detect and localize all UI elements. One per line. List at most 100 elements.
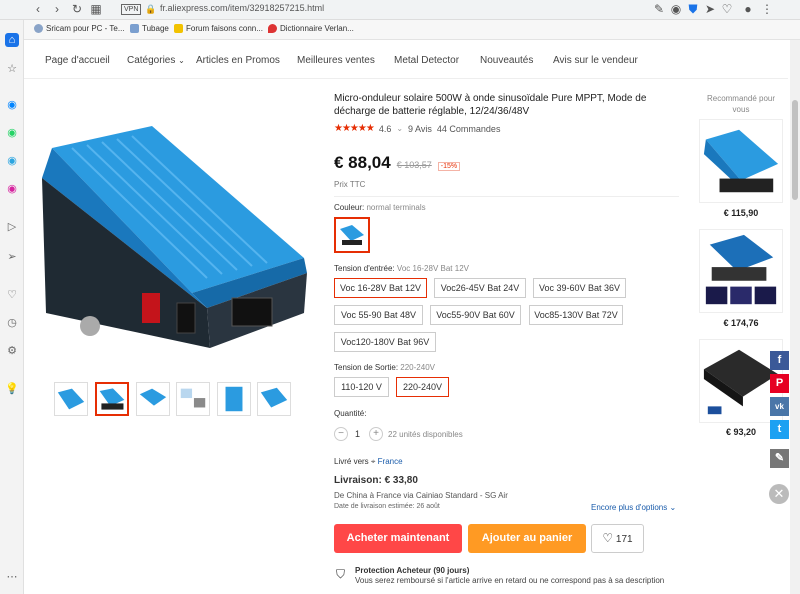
bookmark-item[interactable]: Tubage bbox=[130, 24, 169, 33]
recommended-item-image[interactable] bbox=[699, 229, 783, 313]
more-shipping-options-link[interactable]: Encore plus d'options ⌄ bbox=[591, 503, 676, 512]
vpn-badge[interactable]: VPN bbox=[121, 4, 142, 15]
shipping-route: De China à France via Cainiao Standard -… bbox=[334, 491, 508, 500]
price-row: € 88,04 € 103,57 -15% bbox=[334, 153, 461, 173]
reviews-link[interactable]: 9 Avis bbox=[408, 124, 432, 134]
facebook-share-icon[interactable]: f bbox=[770, 351, 789, 370]
quantity-value[interactable]: 1 bbox=[355, 429, 360, 439]
globe-icon bbox=[34, 24, 43, 33]
camera-icon[interactable]: ◉ bbox=[669, 2, 683, 16]
buy-now-button[interactable]: Acheter maintenant bbox=[334, 524, 462, 553]
more-icon[interactable]: ⋯ bbox=[5, 570, 19, 584]
nav-seller-reviews[interactable]: Avis sur le vendeur bbox=[553, 55, 638, 66]
store-nav: Page d'accueil Catégories ⌄ Articles en … bbox=[24, 41, 788, 79]
apps-grid-icon[interactable]: ▦ bbox=[89, 2, 103, 16]
browser-toolbar: ‹ › ↻ ▦ VPN 🔒 fr.aliexpress.com/item/329… bbox=[0, 0, 800, 20]
settings-icon[interactable]: ⚙ bbox=[5, 344, 19, 358]
input-voltage-option[interactable]: Voc85-130V Bat 72V bbox=[529, 305, 623, 325]
input-voltage-option[interactable]: Voc55-90V Bat 60V bbox=[430, 305, 521, 325]
nav-home[interactable]: Page d'accueil bbox=[45, 55, 110, 66]
url-bar[interactable]: fr.aliexpress.com/item/32918257215.html bbox=[160, 3, 324, 13]
quantity-increase-button[interactable]: + bbox=[369, 427, 383, 441]
output-voltage-label: Tension de Sortie: 220-240V bbox=[334, 363, 435, 372]
twitter-share-icon[interactable]: t bbox=[770, 420, 789, 439]
input-voltage-option[interactable]: Voc 16-28V Bat 12V bbox=[334, 278, 427, 298]
rating-chevron-icon: ⌄ bbox=[396, 124, 404, 133]
buyer-protection-desc: Vous serez remboursé si l'article arrive… bbox=[355, 576, 665, 585]
thumbnail[interactable] bbox=[54, 382, 88, 416]
page-scrollbar[interactable] bbox=[790, 40, 800, 594]
play-icon[interactable]: ▷ bbox=[5, 220, 19, 234]
profile-icon[interactable]: ● bbox=[741, 2, 755, 16]
wishlist-button[interactable]: ♡ 171 bbox=[591, 524, 644, 553]
edit-icon[interactable]: ✎ bbox=[652, 2, 666, 16]
original-price: € 103,57 bbox=[396, 160, 432, 170]
heart-icon[interactable]: ♡ bbox=[720, 2, 734, 16]
bookmark-item[interactable]: Sricam pour PC - Te... bbox=[34, 24, 125, 33]
recommended-title: Recommandé pour vous bbox=[706, 94, 776, 114]
nav-categories[interactable]: Catégories ⌄ bbox=[127, 55, 185, 66]
output-voltage-option[interactable]: 220-240V bbox=[396, 377, 449, 397]
nav-metal-detector[interactable]: Metal Detector bbox=[394, 55, 459, 66]
bookmark-item[interactable]: Forum faisons conn... bbox=[174, 24, 263, 33]
ship-to: Livré vers ⌖ France bbox=[334, 457, 403, 466]
browser-sidebar: ⌂ ☆ ◉ ◉ ◉ ◉ ▷ ➢ ♡ ◷ ⚙ 💡 ⋯ bbox=[0, 20, 24, 594]
thumbnail[interactable] bbox=[95, 382, 129, 416]
star-rating-icon: ★★★★★ bbox=[334, 123, 375, 134]
shield-icon[interactable]: ⛊ bbox=[686, 2, 700, 16]
instagram-icon[interactable]: ◉ bbox=[5, 182, 19, 196]
input-voltage-option[interactable]: Voc120-180V Bat 96V bbox=[334, 332, 436, 352]
menu-icon[interactable]: ⋮ bbox=[760, 2, 774, 16]
product-main-image[interactable] bbox=[32, 108, 312, 368]
send-icon[interactable]: ➤ bbox=[703, 2, 717, 16]
telegram-icon[interactable]: ◉ bbox=[5, 154, 19, 168]
pinterest-share-icon[interactable]: P bbox=[770, 374, 789, 393]
input-voltage-option[interactable]: Voc26-45V Bat 24V bbox=[434, 278, 526, 298]
messenger-icon[interactable]: ◉ bbox=[5, 98, 19, 112]
divider bbox=[334, 196, 679, 197]
nav-promos[interactable]: Articles en Promos bbox=[196, 55, 280, 66]
close-icon[interactable]: ✕ bbox=[769, 484, 789, 504]
heart-icon[interactable]: ♡ bbox=[5, 288, 19, 302]
shipping-price: Livraison: € 33,80 bbox=[334, 475, 418, 486]
reload-icon[interactable]: ↻ bbox=[70, 2, 84, 16]
vk-share-icon[interactable]: vk bbox=[770, 397, 789, 416]
back-icon[interactable]: ‹ bbox=[31, 2, 45, 16]
send-icon[interactable]: ➢ bbox=[5, 250, 19, 264]
home-icon[interactable]: ⌂ bbox=[5, 33, 19, 47]
thumbnail[interactable] bbox=[176, 382, 210, 416]
nav-new[interactable]: Nouveautés bbox=[480, 55, 533, 66]
color-label: Couleur: normal terminals bbox=[334, 203, 426, 212]
buyer-protection-title: Protection Acheteur (90 jours) bbox=[355, 566, 470, 575]
lock-icon: 🔒 bbox=[145, 4, 157, 14]
color-option-selected[interactable] bbox=[334, 217, 370, 253]
thumbnail[interactable] bbox=[257, 382, 291, 416]
edit-share-icon[interactable]: ✎ bbox=[770, 449, 789, 468]
input-voltage-option[interactable]: Voc 39-60V Bat 36V bbox=[533, 278, 626, 298]
chevron-down-icon: ⌄ bbox=[178, 56, 185, 65]
recommended-item-price: € 115,90 bbox=[723, 208, 759, 218]
ship-country-link[interactable]: France bbox=[378, 457, 403, 466]
location-icon: ⌖ bbox=[370, 457, 376, 466]
heart-icon: ♡ bbox=[602, 531, 614, 545]
thumbnail[interactable] bbox=[217, 382, 251, 416]
clock-icon[interactable]: ◷ bbox=[5, 316, 19, 330]
input-voltage-option[interactable]: Voc 55-90 Bat 48V bbox=[334, 305, 423, 325]
bookmarks-bar: Sricam pour PC - Te... Tubage Forum fais… bbox=[0, 20, 800, 40]
recommended-item-price: € 174,76 bbox=[723, 318, 759, 328]
nav-bestsellers[interactable]: Meilleures ventes bbox=[297, 55, 375, 66]
thumbnail[interactable] bbox=[136, 382, 170, 416]
page-icon bbox=[130, 24, 139, 33]
star-icon[interactable]: ☆ bbox=[5, 62, 19, 76]
product-title: Micro-onduleur solaire 500W à onde sinus… bbox=[334, 93, 647, 117]
bookmark-item[interactable]: Dictionnaire Verlan... bbox=[268, 24, 354, 33]
quantity-decrease-button[interactable]: − bbox=[334, 427, 348, 441]
whatsapp-icon[interactable]: ◉ bbox=[5, 126, 19, 140]
chevron-down-icon: ⌄ bbox=[669, 503, 677, 512]
add-to-cart-button[interactable]: Ajouter au panier bbox=[468, 524, 586, 553]
bulb-icon[interactable]: 💡 bbox=[5, 382, 19, 396]
output-voltage-option[interactable]: 110-120 V bbox=[334, 377, 389, 397]
recommended-item-image[interactable] bbox=[699, 119, 783, 203]
scrollbar-thumb[interactable] bbox=[792, 100, 798, 200]
forward-icon[interactable]: › bbox=[50, 2, 64, 16]
